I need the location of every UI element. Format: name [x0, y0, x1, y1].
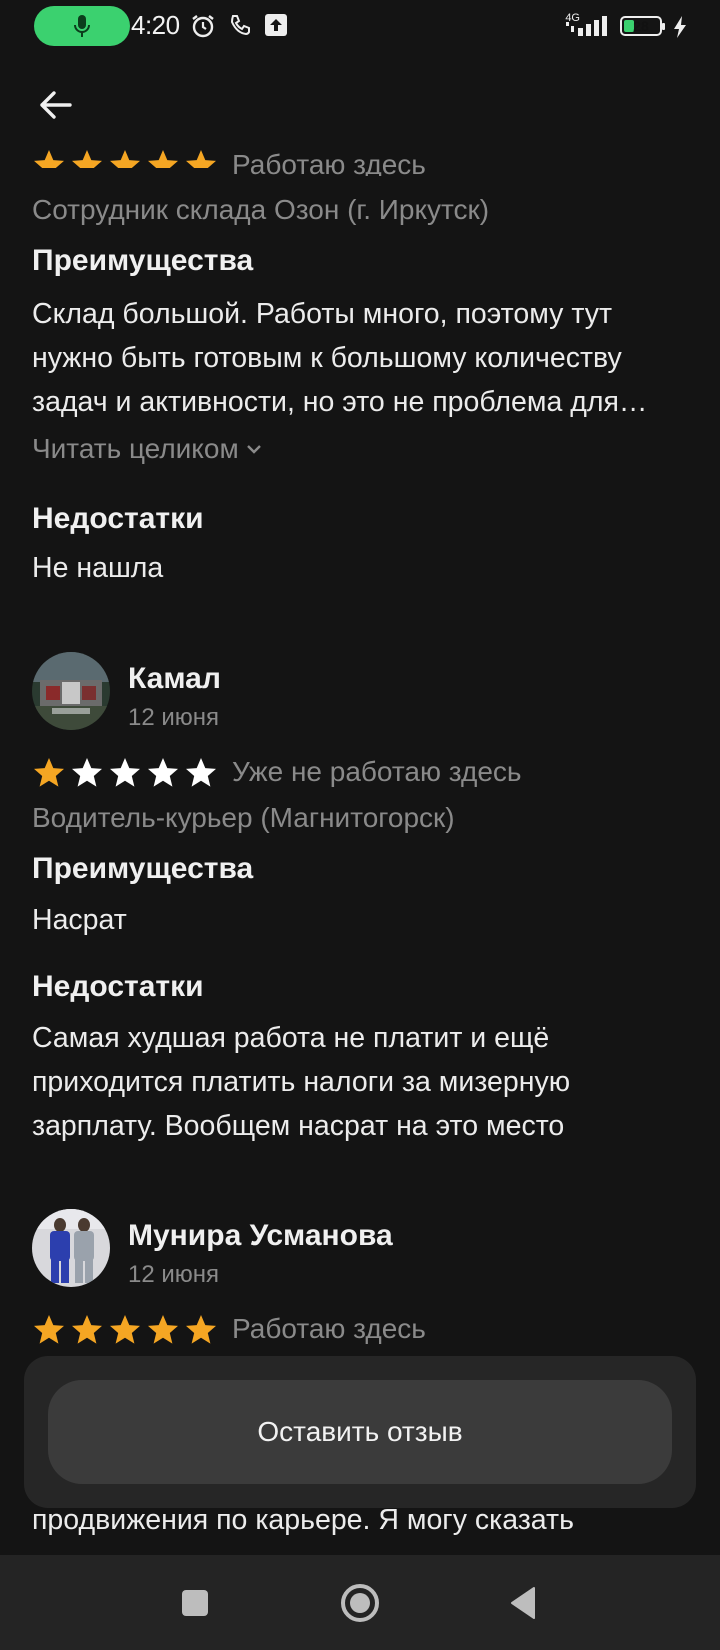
star-filled-icon: [34, 150, 64, 168]
navigation-bar: [0, 1555, 720, 1650]
author-name: Мунира Усманова: [128, 1219, 393, 1252]
cons-title: Недостатки: [32, 970, 204, 1003]
rating-stars: [32, 148, 218, 168]
cons-line: Самая худшая работа не платит и ещё: [32, 1022, 550, 1054]
recents-button[interactable]: [150, 1555, 240, 1650]
star-filled-icon: [148, 150, 178, 168]
status-bar: 4:20 4G 28: [0, 0, 720, 50]
star-empty-icon: [148, 758, 178, 787]
battery-icon: 28: [620, 16, 665, 36]
star-filled-icon: [34, 1315, 64, 1344]
microphone-indicator[interactable]: [34, 6, 130, 46]
read-more-link[interactable]: Читать целиком: [32, 433, 263, 465]
job-position: Водитель-курьер (Магнитогорск): [32, 802, 455, 833]
pros-title: Преимущества: [32, 244, 254, 277]
job-position: Сотрудник склада Озон (г. Иркутск): [32, 194, 490, 225]
rating-stars: [32, 756, 218, 790]
status-time: 4:20: [131, 10, 180, 40]
review-date: 12 июня: [128, 1261, 220, 1288]
battery-percent: 28: [633, 18, 649, 34]
avatar[interactable]: [32, 1209, 110, 1287]
back-button[interactable]: [478, 1555, 568, 1650]
star-empty-icon: [186, 758, 216, 787]
home-circle-icon: [341, 1583, 379, 1622]
review-date: 12 июня: [128, 704, 220, 731]
back-arrow-icon[interactable]: [34, 84, 76, 126]
pros-title: Преимущества: [32, 852, 254, 885]
alarm-icon: [192, 15, 214, 38]
back-triangle-icon: [511, 1586, 535, 1619]
pros-line: нужно быть готовым к большому количеству: [32, 342, 622, 374]
chevron-down-icon: [246, 445, 261, 454]
rating-stars: [32, 1313, 218, 1347]
star-filled-icon: [72, 150, 102, 168]
signal-icon: [566, 16, 607, 36]
star-filled-icon: [148, 1315, 178, 1344]
star-filled-icon: [72, 1315, 102, 1344]
pros-line: задач и активности, но это не проблема д…: [32, 386, 648, 418]
author-name: Камал: [128, 662, 221, 695]
star-filled-icon: [186, 1315, 216, 1344]
star-empty-icon: [72, 758, 102, 787]
upload-icon: [265, 14, 287, 36]
leave-review-button[interactable]: Оставить отзыв: [48, 1380, 672, 1484]
cons-line: зарплату. Вообщем насрат на это место: [32, 1110, 565, 1142]
read-more-label: Читать целиком: [32, 433, 239, 464]
cons-text: Самая худшая работа не платит и ещё прих…: [32, 1016, 692, 1148]
pros-text: Склад большой. Работы много, поэтому тут…: [32, 292, 692, 424]
employment-status: Уже не работаю здесь: [232, 756, 522, 787]
star-filled-icon: [110, 150, 140, 168]
cons-text: Не нашла: [32, 546, 692, 590]
employment-status: Работаю здесь: [232, 1313, 426, 1344]
pros-line: Склад большой. Работы много, поэтому тут: [32, 298, 612, 330]
star-filled-icon: [34, 758, 64, 787]
avatar[interactable]: [32, 652, 110, 730]
pros-text: Насрат: [32, 898, 692, 942]
leave-review-panel: Оставить отзыв: [24, 1356, 696, 1508]
employment-status: Работаю здесь: [232, 149, 426, 176]
charging-icon: [674, 16, 686, 38]
cons-line: приходится платить налоги за мизерную: [32, 1066, 571, 1098]
cons-title: Недостатки: [32, 502, 204, 535]
star-filled-icon: [186, 150, 216, 168]
phone-icon: [230, 15, 250, 36]
cons-line: Не нашла: [32, 552, 164, 584]
pros-line: Насрат: [32, 904, 127, 936]
recents-square-icon: [182, 1589, 208, 1616]
star-filled-icon: [110, 1315, 140, 1344]
home-button[interactable]: [315, 1555, 405, 1650]
microphone-icon: [74, 15, 90, 37]
star-empty-icon: [110, 758, 140, 787]
